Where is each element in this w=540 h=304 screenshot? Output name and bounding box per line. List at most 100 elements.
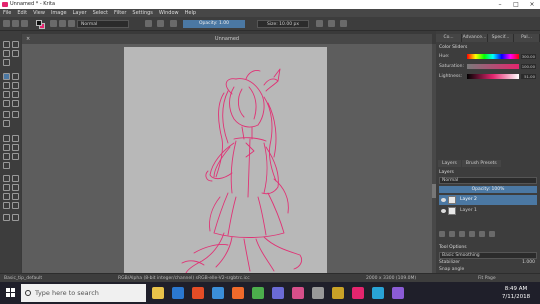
calligraphy-tool-icon[interactable]: [12, 50, 19, 57]
close-document-icon[interactable]: ×: [26, 34, 30, 44]
menu-layer[interactable]: Layer: [73, 9, 87, 17]
reset-icon[interactable]: [170, 20, 177, 27]
menu-window[interactable]: Window: [159, 9, 179, 17]
polygon-select-tool-icon[interactable]: [3, 184, 10, 191]
canvas-viewport[interactable]: [22, 44, 432, 273]
tab-palette[interactable]: Pal...: [514, 34, 540, 42]
colorize-mask-tool-icon[interactable]: [3, 144, 10, 151]
menu-settings[interactable]: Settings: [132, 9, 153, 17]
visibility-eye-icon[interactable]: [441, 209, 446, 213]
saturation-slider[interactable]: [467, 64, 519, 69]
workspace-icon[interactable]: [340, 20, 347, 27]
hue-value[interactable]: 300.00: [521, 54, 536, 59]
pan-tool-icon[interactable]: [12, 214, 19, 221]
taskbar-app-icon[interactable]: [392, 287, 404, 299]
layer-item[interactable]: Layer 1: [439, 206, 537, 216]
layer-properties-icon[interactable]: [479, 231, 485, 237]
brush-size-slider[interactable]: Size: 10.00 px: [257, 20, 309, 28]
polyline-tool-icon[interactable]: [12, 91, 19, 98]
similar-select-tool-icon[interactable]: [12, 193, 19, 200]
ellipse-select-tool-icon[interactable]: [12, 175, 19, 182]
open-document-icon[interactable]: [12, 20, 19, 27]
contiguous-select-tool-icon[interactable]: [3, 193, 10, 200]
maximize-button[interactable]: □: [508, 0, 524, 9]
gradient-tool-icon[interactable]: [3, 135, 10, 142]
taskbar-app-icon[interactable]: [232, 287, 244, 299]
menu-help[interactable]: Help: [185, 9, 196, 17]
canvas-paper[interactable]: [124, 47, 327, 273]
bezier-select-tool-icon[interactable]: [3, 202, 10, 209]
shape-select-tool-icon[interactable]: [3, 59, 10, 66]
measure-tool-icon[interactable]: [3, 162, 10, 169]
foreground-color-swatch[interactable]: [36, 20, 42, 26]
menu-view[interactable]: View: [33, 9, 45, 17]
freehand-select-tool-icon[interactable]: [12, 184, 19, 191]
lightness-value[interactable]: 51.00: [521, 74, 536, 79]
hue-slider[interactable]: [467, 54, 519, 59]
layer-item[interactable]: Layer 2: [439, 195, 537, 205]
mirror-horizontal-icon[interactable]: [316, 20, 323, 27]
brush-preset-icon[interactable]: [68, 20, 75, 27]
move-tool-icon[interactable]: [3, 111, 10, 118]
visibility-eye-icon[interactable]: [441, 198, 446, 202]
ellipse-tool-icon[interactable]: [12, 82, 19, 89]
stabilizer-value[interactable]: 1.000: [522, 260, 535, 266]
gradient-icon[interactable]: [50, 20, 57, 27]
transform-tool-icon[interactable]: [3, 41, 10, 48]
taskbar-app-icon[interactable]: [192, 287, 204, 299]
menu-image[interactable]: Image: [51, 9, 67, 17]
duplicate-layer-icon[interactable]: [449, 231, 455, 237]
taskbar-app-icon[interactable]: [312, 287, 324, 299]
smart-patch-tool-icon[interactable]: [12, 144, 19, 151]
new-document-icon[interactable]: [3, 20, 10, 27]
tab-brush-presets[interactable]: Brush Presets: [461, 160, 501, 167]
tab-specific-color[interactable]: Specif...: [488, 34, 514, 42]
preserve-alpha-icon[interactable]: [157, 20, 164, 27]
layer-opacity-slider[interactable]: Opacity: 100%: [439, 186, 537, 193]
rect-select-tool-icon[interactable]: [3, 175, 10, 182]
taskbar-app-icon[interactable]: [292, 287, 304, 299]
save-document-icon[interactable]: [21, 20, 28, 27]
mirror-vertical-icon[interactable]: [328, 20, 335, 27]
taskbar-app-icon[interactable]: [272, 287, 284, 299]
taskbar-app-icon[interactable]: [252, 287, 264, 299]
menu-file[interactable]: File: [3, 9, 11, 17]
color-picker-tool-icon[interactable]: [12, 135, 19, 142]
add-layer-icon[interactable]: [439, 231, 445, 237]
pattern-icon[interactable]: [59, 20, 66, 27]
zoom-tool-icon[interactable]: [3, 214, 10, 221]
saturation-value[interactable]: 100.00: [521, 64, 536, 69]
line-tool-icon[interactable]: [12, 73, 19, 80]
tab-layers[interactable]: Layers: [438, 160, 461, 167]
lightness-slider[interactable]: [467, 74, 519, 79]
eraser-mode-icon[interactable]: [145, 20, 152, 27]
tab-advanced-color[interactable]: Advance...: [462, 34, 488, 42]
tab-color-selector[interactable]: Co...: [436, 34, 462, 42]
fill-tool-icon[interactable]: [3, 153, 10, 160]
magnetic-select-tool-icon[interactable]: [12, 202, 19, 209]
assistant-tool-icon[interactable]: [12, 153, 19, 160]
menu-select[interactable]: Select: [93, 9, 108, 17]
windows-start-icon[interactable]: [6, 288, 16, 298]
taskbar-app-icon[interactable]: [212, 287, 224, 299]
freehand-brush-tool-icon[interactable]: [3, 73, 10, 80]
text-tool-icon[interactable]: [12, 41, 19, 48]
taskbar-app-icon[interactable]: [332, 287, 344, 299]
edit-shapes-tool-icon[interactable]: [3, 50, 10, 57]
taskbar-app-icon[interactable]: [172, 287, 184, 299]
rectangle-tool-icon[interactable]: [3, 82, 10, 89]
document-tab[interactable]: × Unnamed: [22, 34, 432, 44]
freehand-path-tool-icon[interactable]: [12, 100, 19, 107]
taskbar-app-icon[interactable]: [352, 287, 364, 299]
bezier-tool-icon[interactable]: [3, 100, 10, 107]
close-button[interactable]: ×: [524, 0, 540, 9]
layer-blend-select[interactable]: Normal: [439, 177, 537, 184]
blend-mode-select[interactable]: Normal: [77, 20, 129, 28]
polygon-tool-icon[interactable]: [3, 91, 10, 98]
move-layer-up-icon[interactable]: [459, 231, 465, 237]
minimize-button[interactable]: –: [492, 0, 508, 9]
move-layer-down-icon[interactable]: [469, 231, 475, 237]
menu-edit[interactable]: Edit: [17, 9, 27, 17]
grid-tool-icon[interactable]: [3, 120, 10, 127]
menu-filter[interactable]: Filter: [114, 9, 126, 17]
